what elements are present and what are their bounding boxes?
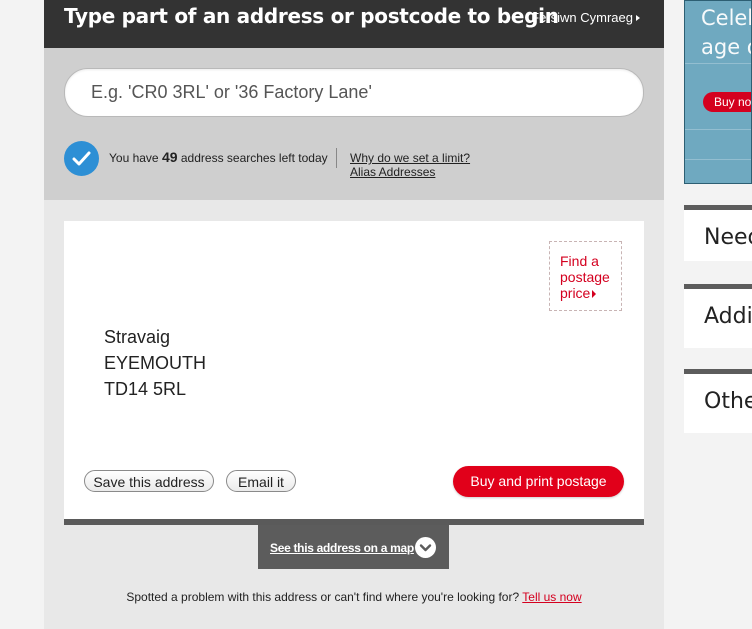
address-line: TD14 5RL [104, 379, 187, 399]
welsh-version-link[interactable]: Fersiwn Cymraeg [531, 10, 640, 26]
divider [336, 148, 337, 168]
welsh-version-label: Fersiwn Cymraeg [531, 10, 633, 25]
address-block: Stravaig EYEMOUTH TD14 5RL [104, 324, 206, 402]
address-card: Find a postage price Stravaig EYEMOUTH T… [64, 221, 644, 525]
address-finder-panel: Type part of an address or postcode to b… [44, 0, 664, 629]
problem-text: Spotted a problem with this address or c… [126, 590, 520, 604]
plank-line [685, 63, 751, 64]
buy-postage-button[interactable]: Buy and print postage [453, 466, 624, 497]
result-area: Find a postage price Stravaig EYEMOUTH T… [44, 200, 664, 629]
search-box [64, 68, 644, 117]
map-link[interactable]: See this address on a map [270, 541, 414, 555]
address-line: Stravaig [104, 327, 171, 347]
promo-buy-button[interactable]: Buy no [703, 92, 751, 112]
find-postage-price-link[interactable]: Find a postage price [549, 241, 622, 311]
plank-line [685, 129, 751, 130]
find-postage-price-label: Find a postage price [560, 253, 610, 301]
tell-us-link[interactable]: Tell us now [522, 590, 581, 604]
caret-right-icon [636, 15, 640, 21]
problem-notice: Spotted a problem with this address or c… [44, 590, 664, 604]
sidebar-box-label: Other [704, 389, 752, 414]
promo-banner[interactable]: Celeb age o Buy no [684, 0, 752, 184]
promo-heading-line: Celeb [701, 6, 751, 30]
save-address-button[interactable]: Save this address [84, 470, 214, 492]
sidebar-box-label: Need [704, 225, 752, 250]
email-button[interactable]: Email it [226, 470, 296, 492]
sidebar-box-additional[interactable]: Addit [684, 284, 752, 348]
caret-right-icon [592, 290, 597, 298]
searches-remaining-suffix: address searches left today [180, 151, 328, 165]
why-limit-link[interactable]: Why do we set a limit? [350, 151, 470, 165]
searches-remaining-count: 49 [161, 149, 178, 165]
sidebar: Celeb age o Buy no Need Addit Other [684, 0, 752, 629]
searches-remaining-text: You have 49 address searches left today [109, 149, 328, 165]
address-search-input[interactable] [89, 69, 633, 116]
alias-addresses-link[interactable]: Alias Addresses [350, 165, 435, 179]
sidebar-box-other[interactable]: Other [684, 369, 752, 433]
plank-line [685, 159, 751, 160]
map-toggle[interactable]: See this address on a map [258, 525, 449, 569]
sidebar-box-need[interactable]: Need [684, 205, 752, 261]
page-title: Type part of an address or postcode to b… [64, 4, 559, 28]
header-bar: Type part of an address or postcode to b… [44, 0, 664, 48]
promo-heading-line: age o [701, 35, 751, 59]
address-line: EYEMOUTH [104, 353, 207, 373]
searches-remaining-prefix: You have [109, 151, 159, 165]
check-icon [64, 141, 99, 176]
search-panel: You have 49 address searches left today … [44, 48, 664, 200]
chevron-down-icon[interactable] [415, 537, 436, 558]
sidebar-box-label: Addit [704, 304, 752, 329]
